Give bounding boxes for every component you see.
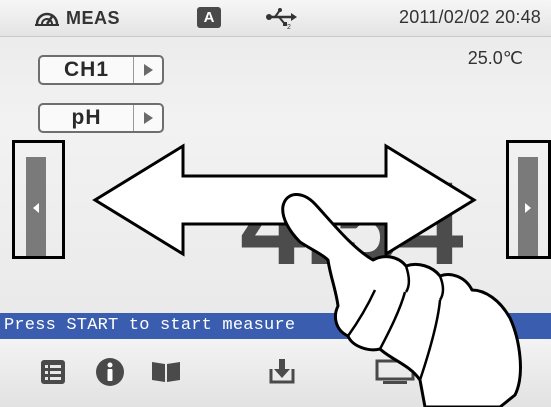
meter-screen: MEAS A 2 2011/02/02 20:48 25.0℃ CH1 pH P… (0, 0, 551, 407)
gesture-overlay (92, 143, 522, 407)
